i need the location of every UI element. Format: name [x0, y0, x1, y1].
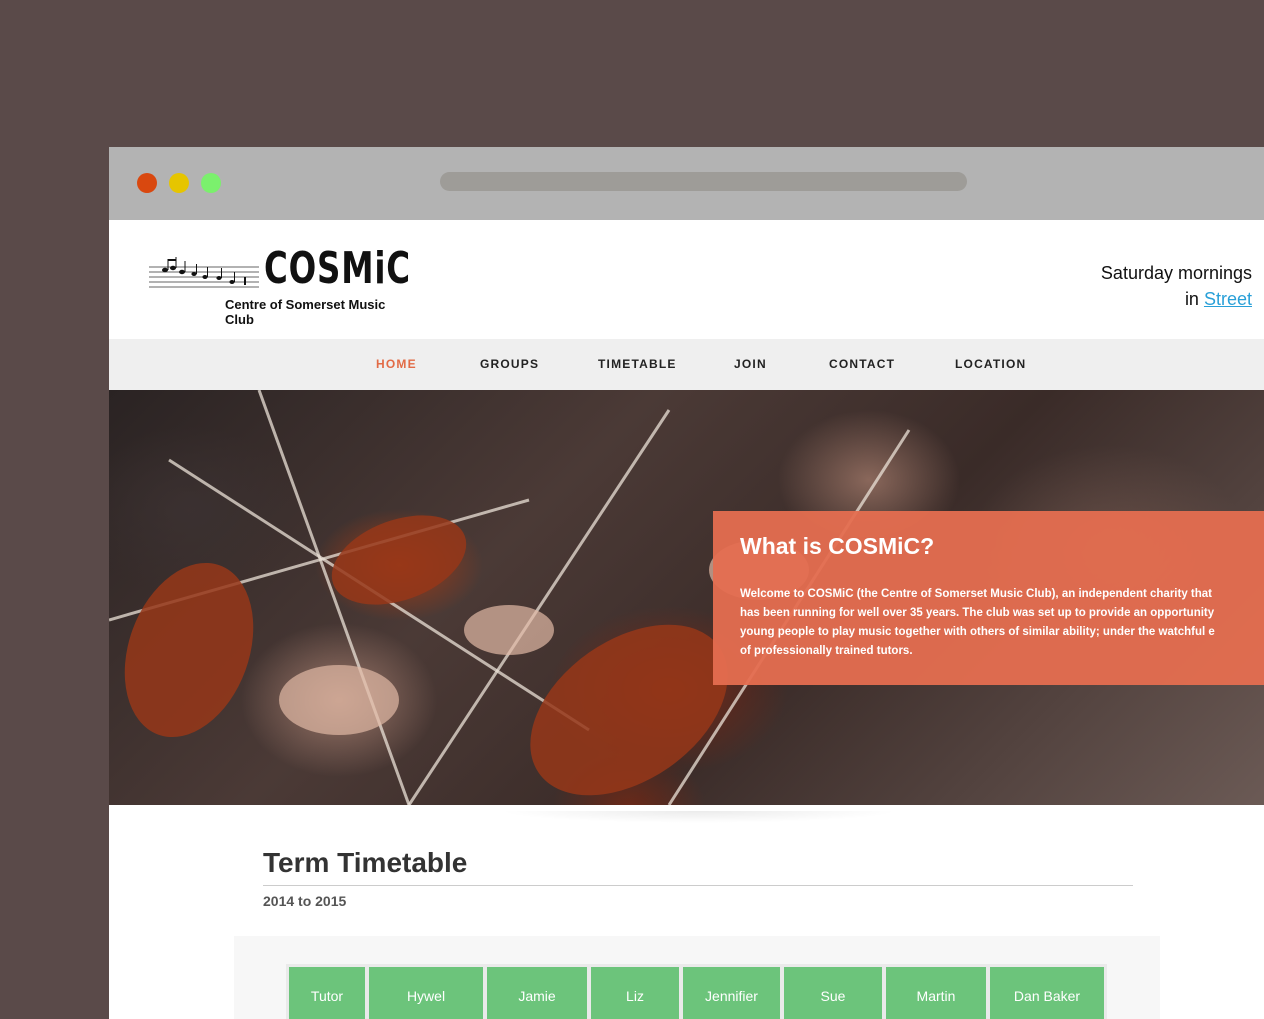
- column-header-tutor[interactable]: Tutor: [289, 967, 365, 1019]
- nav-join[interactable]: JOIN: [734, 357, 767, 371]
- main-content: Term Timetable 2014 to 2015 Tutor Hywel …: [109, 805, 1264, 1019]
- tagline-location: in Street: [1101, 286, 1252, 312]
- main-nav: HOME GROUPS TIMETABLE JOIN CONTACT LOCAT…: [109, 339, 1264, 390]
- timetable-panel: Tutor Hywel Jamie Liz Jennifier Sue Mart…: [234, 936, 1160, 1019]
- about-title: What is COSMiC?: [740, 533, 935, 559]
- about-card: What is COSMiC? Welcome to COSMiC (the C…: [713, 511, 1264, 685]
- logo-wordmark: COSMiC: [264, 243, 411, 294]
- nav-contact[interactable]: CONTACT: [829, 357, 895, 371]
- browser-chrome: [109, 147, 1264, 220]
- title-rule: [263, 885, 1133, 886]
- close-window-button[interactable]: [137, 173, 157, 193]
- timetable-years: 2014 to 2015: [263, 893, 347, 909]
- location-link[interactable]: Street: [1204, 289, 1252, 309]
- column-header-hywel[interactable]: Hywel: [369, 967, 483, 1019]
- column-header-jennifier[interactable]: Jennifier: [683, 967, 780, 1019]
- about-text: Welcome to COSMiC (the Centre of Somerse…: [740, 588, 1215, 657]
- tagline-line: Saturday mornings: [1100, 263, 1252, 283]
- nav-timetable[interactable]: TIMETABLE: [598, 357, 677, 371]
- column-header-sue[interactable]: Sue: [784, 967, 882, 1019]
- minimize-window-button[interactable]: [169, 173, 189, 193]
- tagline-in: in: [1184, 289, 1199, 309]
- nav-groups[interactable]: GROUPS: [480, 357, 539, 371]
- site-header: COSMiC Centre of Somerset Music Club Sat…: [109, 220, 1264, 339]
- music-staff-icon: [149, 257, 259, 288]
- timetable-title: Term Timetable: [263, 847, 468, 878]
- timetable-header-row: Tutor Hywel Jamie Liz Jennifier Sue Mart…: [286, 964, 1107, 1019]
- header-tagline: Saturday mornings in Street: [1101, 260, 1252, 312]
- logo-subtitle: Centre of Somerset Music Club: [225, 297, 386, 327]
- column-header-dan-baker[interactable]: Dan Baker: [990, 967, 1104, 1019]
- column-header-martin[interactable]: Martin: [886, 967, 986, 1019]
- address-bar[interactable]: [440, 172, 967, 191]
- site-logo[interactable]: COSMiC Centre of Somerset Music Club: [149, 242, 411, 327]
- maximize-window-button[interactable]: [201, 173, 221, 193]
- nav-location[interactable]: LOCATION: [955, 357, 1026, 371]
- column-header-jamie[interactable]: Jamie: [487, 967, 587, 1019]
- hero-banner: What is COSMiC? Welcome to COSMiC (the C…: [109, 390, 1264, 805]
- browser-window: COSMiC Centre of Somerset Music Club Sat…: [109, 147, 1264, 1019]
- column-header-liz[interactable]: Liz: [591, 967, 679, 1019]
- nav-home[interactable]: HOME: [376, 357, 417, 371]
- divider-shadow: [499, 811, 899, 823]
